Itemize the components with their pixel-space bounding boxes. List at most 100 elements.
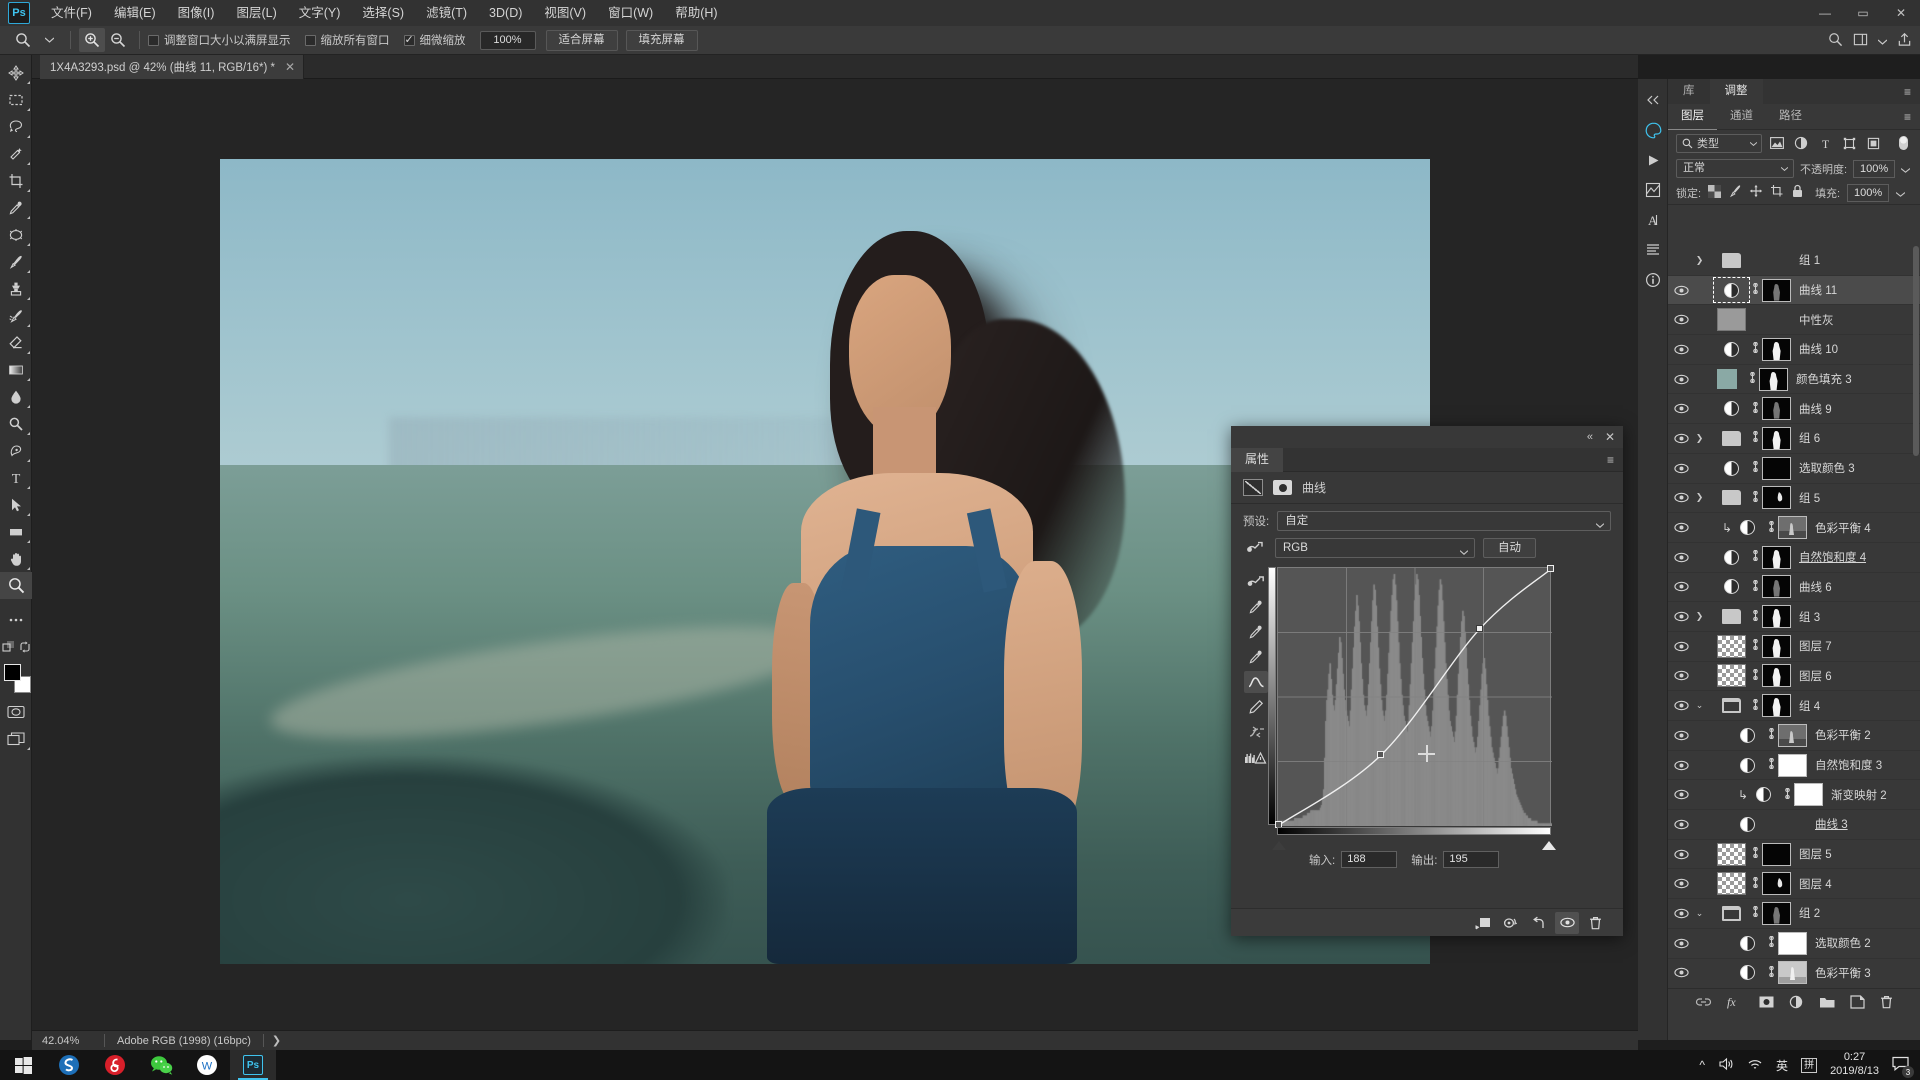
zoom-all-windows-checkbox[interactable]: 缩放所有窗口 <box>304 32 390 48</box>
tab-channels[interactable]: 通道 <box>1717 104 1766 130</box>
layer-name[interactable]: 组 1 <box>1799 252 1820 268</box>
layer-mask-thumbnail[interactable] <box>1759 367 1788 391</box>
layer-name[interactable]: 图层 5 <box>1799 846 1832 862</box>
close-button[interactable]: ✕ <box>1882 0 1920 26</box>
play-icon[interactable] <box>1638 145 1668 175</box>
layer-mask-link-icon[interactable] <box>1749 282 1762 297</box>
history-brush-tool-icon[interactable] <box>0 302 32 329</box>
layer-visibility-toggle[interactable] <box>1668 840 1694 869</box>
new-group-icon[interactable] <box>1819 996 1836 1012</box>
layer-mask-link-icon[interactable] <box>1749 906 1762 920</box>
layer-name[interactable]: 曲线 11 <box>1799 282 1837 298</box>
layer-mask-thumbnail[interactable] <box>1762 397 1791 421</box>
panel-menu-icon[interactable]: ≡ <box>1904 85 1911 99</box>
layer-name[interactable]: 图层 6 <box>1799 668 1832 684</box>
layer-name[interactable]: 组 5 <box>1799 490 1820 506</box>
sogou-browser-icon[interactable] <box>46 1050 92 1080</box>
layer-row[interactable]: 图层 4 <box>1668 869 1920 900</box>
preset-select[interactable]: 自定 <box>1277 511 1611 531</box>
fit-window-checkbox[interactable]: 调整窗口大小以满屏显示 <box>148 32 291 48</box>
layer-mask-link-icon[interactable] <box>1749 431 1762 445</box>
foreground-color-swatch[interactable] <box>4 664 21 681</box>
curve-point-2[interactable] <box>1475 625 1483 633</box>
layer-mask-link-icon[interactable] <box>1749 668 1762 683</box>
hand-tool-icon[interactable] <box>0 545 32 572</box>
layer-mask-thumbnail[interactable] <box>1778 516 1807 540</box>
layer-row[interactable]: ❯ 组 1 <box>1668 246 1920 276</box>
adjust-icon[interactable] <box>1638 175 1668 205</box>
layer-row[interactable]: ❯ 组 6 <box>1668 424 1920 454</box>
expand-icon[interactable] <box>1638 85 1668 115</box>
layer-name[interactable]: 渐变映射 2 <box>1831 787 1887 803</box>
layer-name[interactable]: 曲线 6 <box>1799 579 1832 595</box>
output-value-field[interactable]: 195 <box>1443 851 1500 868</box>
search-icon[interactable] <box>1828 32 1843 50</box>
layer-mask-thumbnail[interactable] <box>1778 931 1807 955</box>
wifi-icon[interactable] <box>1747 1057 1763 1074</box>
curve-point-tool-icon[interactable] <box>1244 671 1268 693</box>
more-tools-icon[interactable] <box>0 606 32 633</box>
rectangle-tool-icon[interactable] <box>0 518 32 545</box>
layer-mask-link-icon[interactable] <box>1749 490 1762 505</box>
shape-filter-icon[interactable] <box>1840 134 1858 153</box>
hand-adjust-icon[interactable] <box>1244 571 1268 593</box>
curve-graph-container[interactable] <box>1268 565 1556 850</box>
eyedropper-gray-icon[interactable] <box>1244 621 1268 643</box>
status-color-profile[interactable]: Adobe RGB (1998) (16bpc) <box>105 1035 263 1047</box>
fx-icon[interactable]: fx <box>1726 995 1744 1012</box>
tab-adjustments[interactable]: 调整 <box>1709 79 1763 104</box>
eraser-tool-icon[interactable] <box>0 329 32 356</box>
layer-row[interactable]: ❯ 组 3 <box>1668 602 1920 632</box>
paragraph-panel-icon[interactable] <box>1638 235 1668 265</box>
lock-position-icon[interactable] <box>1749 184 1763 201</box>
layer-expand-arrow-icon[interactable]: ⌄ <box>1694 908 1705 919</box>
collapse-icon[interactable]: « <box>1587 431 1593 443</box>
layer-visibility-toggle[interactable] <box>1668 276 1694 305</box>
delete-icon[interactable] <box>1583 912 1607 934</box>
adjustment-layer-thumbnail[interactable] <box>1717 459 1746 477</box>
type-filter-icon[interactable]: T <box>1816 134 1834 153</box>
layers-dock[interactable]: 库 调整 ≡ 图层 通道 路径 ≡ 类型 T 正常 不透明度: 100% 锁定:… <box>1668 79 1920 1040</box>
layer-row[interactable]: 选取颜色 3 <box>1668 454 1920 484</box>
layer-mask-link-icon[interactable] <box>1749 876 1762 891</box>
layer-mask-thumbnail[interactable] <box>1778 723 1807 747</box>
move-tool-icon[interactable] <box>0 59 32 86</box>
layer-mask-link-icon[interactable] <box>1749 609 1762 624</box>
type-tool-icon[interactable]: T <box>0 464 32 491</box>
lasso-tool-icon[interactable] <box>0 113 32 140</box>
opacity-value[interactable]: 100% <box>1853 159 1896 178</box>
layer-name[interactable]: 颜色填充 3 <box>1796 371 1852 387</box>
menu-item-2[interactable]: 图像(I) <box>167 0 226 26</box>
layer-mask-link-icon[interactable] <box>1781 787 1794 802</box>
clock[interactable]: 0:27 2019/8/13 <box>1830 1051 1879 1079</box>
adjustment-layer-thumbnail[interactable] <box>1733 964 1762 982</box>
lock-artboard-icon[interactable] <box>1770 184 1784 201</box>
wps-icon[interactable]: W <box>184 1050 230 1080</box>
layer-row[interactable]: 曲线 9 <box>1668 394 1920 425</box>
layer-visibility-toggle[interactable] <box>1668 335 1694 364</box>
layer-list[interactable]: ❯ 组 1 曲线 11 中性灰 曲线 10 颜色填充 3 曲线 9 ❯ 组 6 选取颜色 3 ❯ 组 … <box>1668 246 1920 986</box>
layer-visibility-toggle[interactable] <box>1668 958 1694 986</box>
layer-mask-thumbnail[interactable] <box>1762 901 1791 925</box>
layer-mask-link-icon[interactable] <box>1765 757 1778 772</box>
layer-visibility-toggle[interactable] <box>1668 543 1694 572</box>
layer-name[interactable]: 曲线 3 <box>1815 816 1848 832</box>
layer-row[interactable]: 色彩平衡 3 <box>1668 959 1920 987</box>
new-adjustment-icon[interactable] <box>1789 995 1805 1012</box>
layer-mask-thumbnail[interactable] <box>1794 783 1823 807</box>
channel-select[interactable]: RGB <box>1275 538 1475 558</box>
layer-mask-thumbnail[interactable] <box>1762 486 1791 510</box>
layer-mask-thumbnail[interactable] <box>1762 872 1791 896</box>
adjustment-layer-thumbnail[interactable] <box>1717 400 1746 418</box>
layer-mask-link-icon[interactable] <box>1749 698 1762 713</box>
layer-visibility-toggle[interactable] <box>1668 305 1694 334</box>
status-zoom-level[interactable]: 42.04% <box>32 1035 104 1047</box>
filter-toggle-icon[interactable] <box>1894 134 1912 153</box>
layer-visibility-toggle[interactable] <box>1668 483 1694 512</box>
layer-visibility-toggle[interactable] <box>1668 751 1694 780</box>
adjustment-layer-thumbnail[interactable] <box>1733 756 1762 774</box>
layer-visibility-toggle[interactable] <box>1668 869 1694 898</box>
quick-mask-icon[interactable] <box>0 698 32 725</box>
fill-chevron-icon[interactable] <box>1895 186 1906 200</box>
pencil-tool-icon[interactable] <box>1244 696 1268 718</box>
